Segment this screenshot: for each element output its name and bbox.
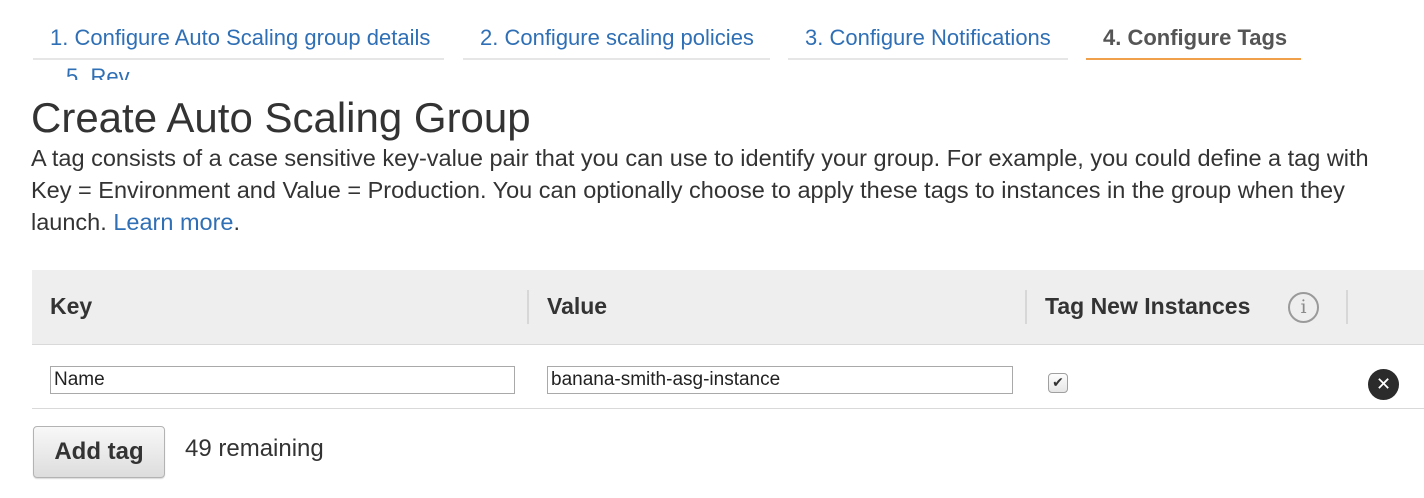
add-tag-button[interactable]: Add tag <box>33 426 165 478</box>
checkmark-icon: ✔ <box>1052 375 1064 391</box>
tab-review[interactable]: 5. Review <box>33 62 130 80</box>
tag-value-input[interactable] <box>547 366 1013 394</box>
tab-label: 3. Configure Notifications <box>805 25 1051 50</box>
page-description: A tag consists of a case sensitive key-v… <box>31 142 1411 238</box>
column-divider[interactable] <box>527 290 529 324</box>
column-divider[interactable] <box>1346 290 1348 324</box>
table-row: ✔ ✕ <box>32 345 1424 409</box>
page-title: Create Auto Scaling Group <box>31 94 531 141</box>
remove-tag-button[interactable]: ✕ <box>1368 369 1399 400</box>
description-suffix: . <box>233 209 241 235</box>
tag-key-input[interactable] <box>50 366 515 394</box>
info-icon[interactable]: i <box>1288 292 1319 323</box>
wizard-tabs: 1. Configure Auto Scaling group details … <box>0 0 1424 80</box>
tab-configure-notifications[interactable]: 3. Configure Notifications <box>788 0 1068 60</box>
tab-label: 4. Configure Tags <box>1103 25 1288 50</box>
tab-configure-tags[interactable]: 4. Configure Tags <box>1086 0 1301 60</box>
tag-new-instances-checkbox[interactable]: ✔ <box>1048 373 1068 393</box>
tab-label: 2. Configure scaling policies <box>480 25 754 50</box>
column-divider[interactable] <box>1025 290 1027 324</box>
column-header-key: Key <box>50 293 93 319</box>
column-header-value: Value <box>547 293 608 319</box>
learn-more-link[interactable]: Learn more <box>113 209 233 235</box>
tab-label: 1. Configure Auto Scaling group details <box>50 25 431 50</box>
remaining-count: 49 remaining <box>185 435 324 462</box>
tab-configure-group-details[interactable]: 1. Configure Auto Scaling group details <box>33 0 444 60</box>
tags-table: Key Value Tag New Instances i ✔ ✕ <box>32 270 1424 409</box>
tab-configure-scaling-policies[interactable]: 2. Configure scaling policies <box>463 0 770 60</box>
close-circle-icon: ✕ <box>1375 374 1392 395</box>
column-header-tag-new-instances: Tag New Instances <box>1045 293 1251 319</box>
table-header: Key Value Tag New Instances i <box>32 270 1424 345</box>
tab-label: 5. Review <box>66 64 130 80</box>
